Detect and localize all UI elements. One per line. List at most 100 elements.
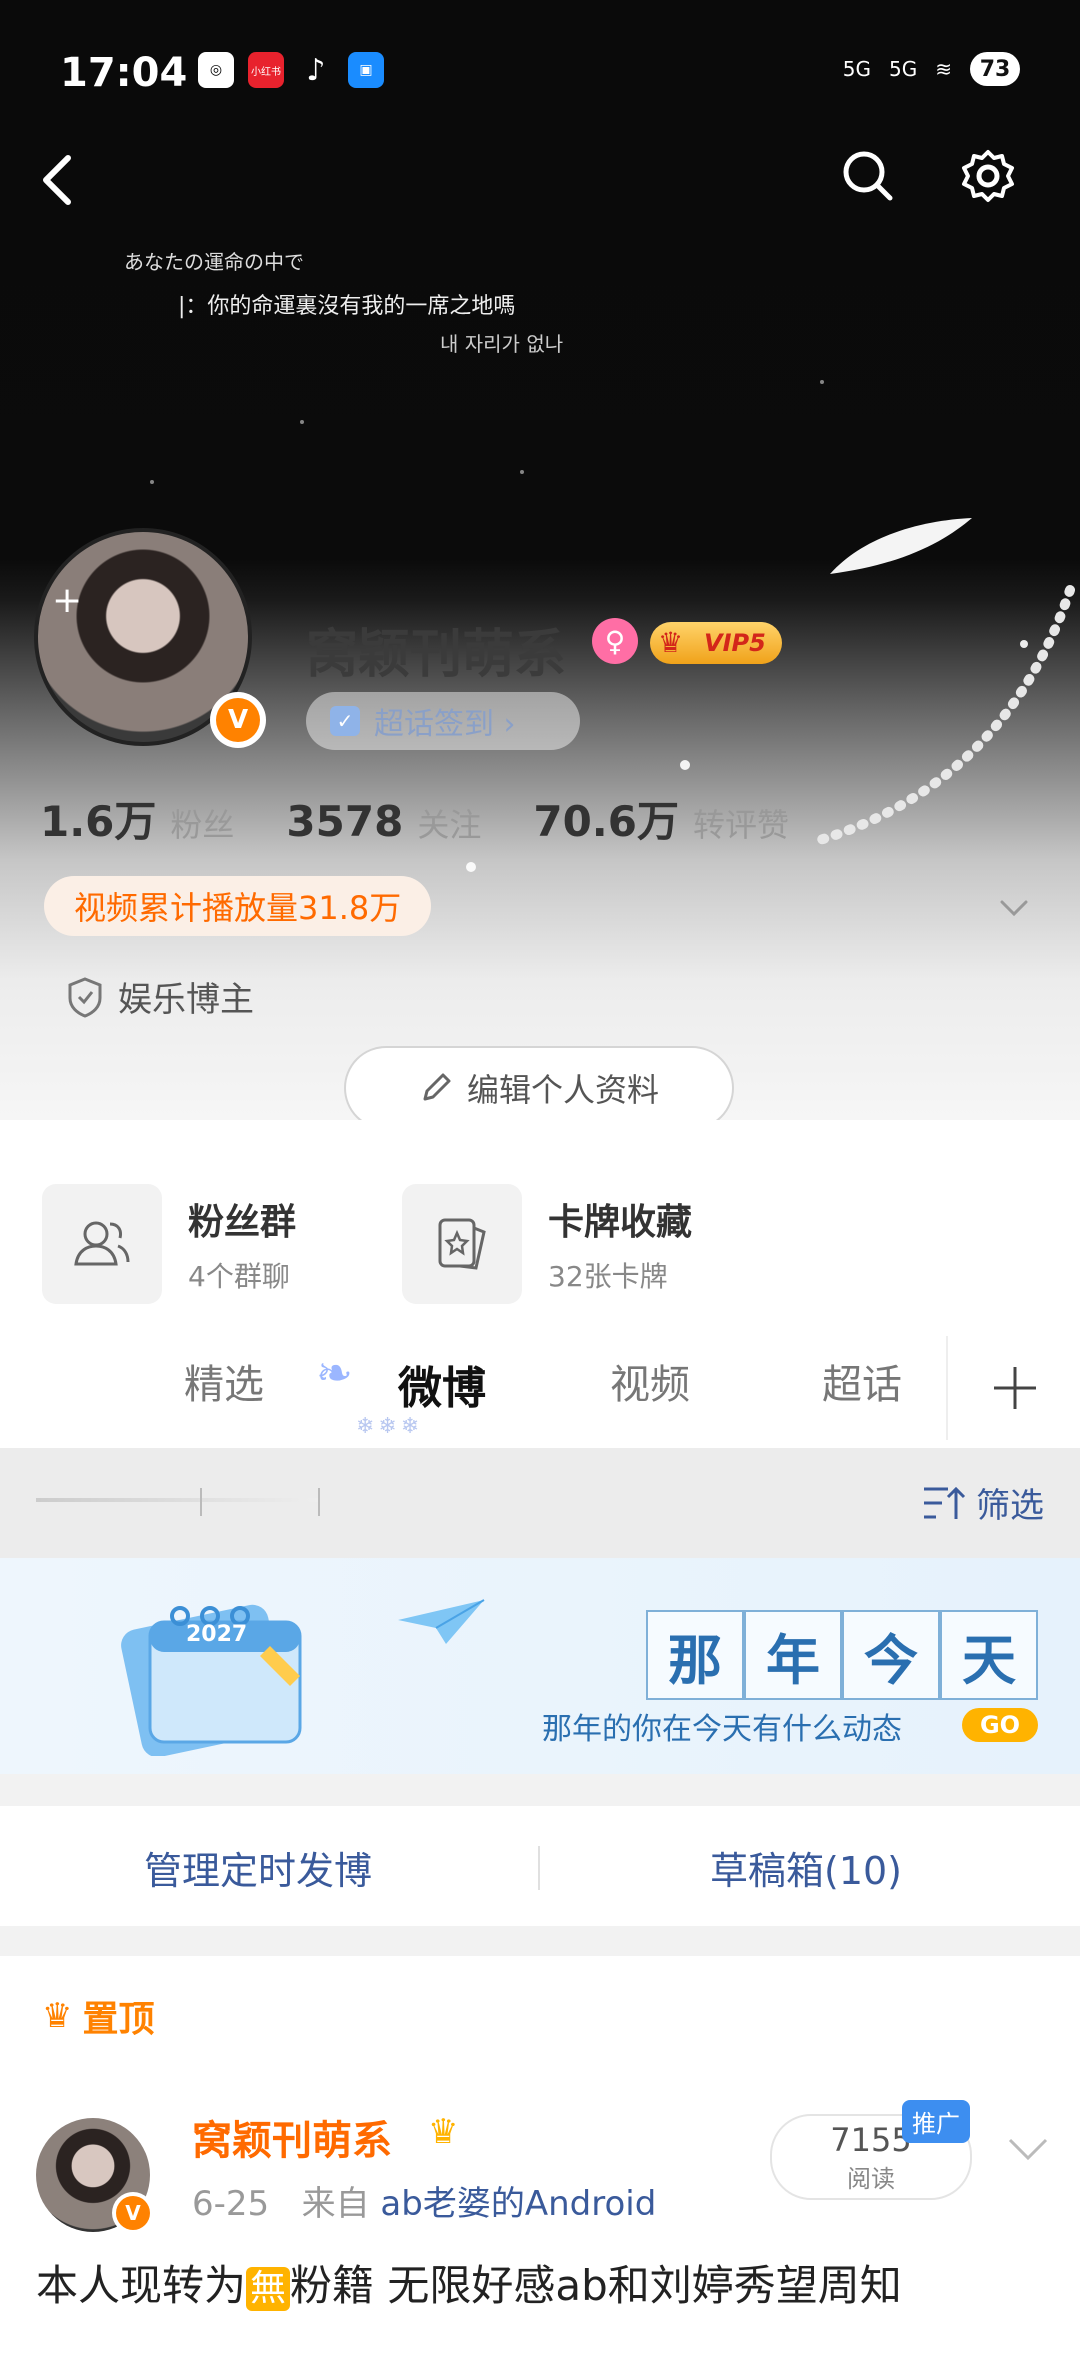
go-button[interactable]: GO — [962, 1708, 1038, 1742]
stat-num: 70.6万 — [533, 797, 679, 846]
calendar-year: 2027 — [186, 1622, 248, 1647]
search-icon[interactable] — [838, 146, 898, 206]
promote-badge[interactable]: 推广 — [902, 2100, 970, 2143]
profile-tabs: 精选 ❧ 微博 ❄❄❄ 视频 超话 — [0, 1330, 1080, 1448]
cover-text-korean: 내 자리가 없나 — [440, 332, 564, 356]
tiktok-icon: ♪ — [306, 52, 326, 88]
paper-plane-icon — [398, 1599, 485, 1644]
back-icon[interactable] — [34, 150, 84, 210]
wu-badge: 無 — [246, 2267, 291, 2311]
quick-entry-title: 粉丝群 — [188, 1202, 297, 1243]
calendar-icon — [121, 1604, 302, 1756]
scheduled-posts-button[interactable]: 管理定时发博 — [144, 1840, 372, 1895]
stat-label: 转评赞 — [692, 806, 789, 844]
stat-following[interactable]: 3578 关注 — [286, 797, 481, 846]
edit-profile-button[interactable]: 编辑个人资料 — [344, 1046, 734, 1130]
profile-stats: 1.6万 粉丝 3578 关注 70.6万 转评赞 — [40, 788, 789, 849]
filter-button[interactable]: 筛选 — [922, 1478, 1044, 1527]
post-author[interactable]: 窝颖刊萌系 — [192, 2108, 392, 2166]
stat-label: 粉丝 — [170, 806, 235, 844]
signal-5g-1: 5G — [842, 57, 871, 81]
battery-icon: 73 — [970, 52, 1020, 86]
stat-num: 3578 — [286, 797, 404, 846]
crown-badge-icon: ♛ — [428, 2112, 459, 2152]
status-time: 17:04 — [60, 50, 188, 96]
drafts-button[interactable]: 草稿箱(10) — [710, 1840, 902, 1895]
title-char: 那 — [646, 1610, 744, 1700]
tab-weibo[interactable]: 微博 — [398, 1352, 486, 1416]
vip-badge[interactable]: ♛ VIP5 — [650, 622, 782, 664]
stat-label: 关注 — [417, 806, 482, 844]
banner-subtitle: 那年的你在今天有什么动态 — [542, 1712, 902, 1747]
profile-name: 窝颖刊萌系 — [306, 625, 567, 685]
filter-icon — [924, 1486, 966, 1519]
tab-video[interactable]: 视频 — [610, 1352, 690, 1410]
filter-bar: 筛选 — [0, 1448, 1080, 1558]
stat-num: 1.6万 — [40, 797, 157, 846]
tab-supertopic[interactable]: 超话 — [822, 1352, 902, 1410]
stat-interactions[interactable]: 70.6万 转评赞 — [533, 788, 789, 849]
app-notify-icon: ◎ — [198, 52, 234, 88]
manage-bar: 管理定时发博 草稿箱(10) — [0, 1806, 1080, 1926]
tab-featured[interactable]: 精选 — [184, 1352, 264, 1410]
title-char: 今 — [842, 1610, 940, 1700]
snowflake-decoration: ❄❄❄ — [356, 1414, 424, 1439]
chevron-down-icon[interactable] — [996, 890, 1032, 926]
chevron-down-icon[interactable] — [1006, 2134, 1050, 2164]
quick-entry-sub: 32张卡牌 — [548, 1260, 668, 1293]
edit-profile-label: 编辑个人资料 — [466, 1071, 659, 1109]
filter-placeholder — [36, 1498, 320, 1502]
cover-text-chinese: |：你的命運裏沒有我的一席之地嗎 — [178, 294, 516, 319]
quick-entry-title: 卡牌收藏 — [548, 1202, 693, 1243]
gear-icon[interactable] — [958, 146, 1018, 206]
verified-v-icon: V — [112, 2192, 154, 2234]
post-text: 本人现转为 無粉籍 无限好感ab和刘婷秀望周知 — [36, 2256, 1046, 2316]
bead-decoration — [815, 585, 1075, 845]
card-collection-entry[interactable]: 卡牌收藏 32张卡牌 — [402, 1184, 692, 1304]
signal-5g-2: 5G — [889, 57, 918, 81]
video-plays-pill[interactable]: 视频累计播放量31.8万 — [44, 876, 432, 936]
read-count-number: 7155 — [830, 2120, 912, 2159]
cover-text-japanese: あなたの運命の中で — [124, 250, 304, 274]
status-app-icons: ◎ 小红书 ♪ ▣ — [198, 52, 384, 88]
blogger-tag-label: 娱乐博主 — [118, 980, 254, 1020]
add-tab-button[interactable] — [946, 1336, 1080, 1440]
post-date: 6-25 — [192, 2184, 270, 2224]
filter-label: 筛选 — [976, 1486, 1044, 1526]
check-icon: ✓ — [330, 706, 360, 736]
quick-entry-sub: 4个群聊 — [188, 1260, 290, 1293]
supertopic-checkin-button[interactable]: ✓ 超话签到 › — [306, 692, 580, 750]
post-text-start: 本人现转为 — [36, 2261, 247, 2310]
title-char: 天 — [940, 1610, 1038, 1700]
vip-label: VIP5 — [704, 629, 766, 657]
pencil-icon — [423, 1073, 451, 1101]
wifi-icon: ≋ — [935, 57, 952, 81]
card-icon — [402, 1184, 522, 1304]
blogger-tag: 娱乐博主 — [66, 972, 254, 1021]
crown-icon: ♛ — [42, 1996, 73, 2036]
pinned-header: ♛ 置顶 — [42, 1990, 155, 2042]
shield-icon — [68, 976, 102, 1018]
checkin-label: 超话签到 › — [374, 707, 516, 742]
female-icon: ♀ — [592, 618, 638, 664]
wing-icon: ❧ — [316, 1348, 353, 1399]
fan-group-entry[interactable]: 粉丝群 4个群聊 — [42, 1184, 296, 1304]
divider — [538, 1846, 540, 1890]
post-meta: 6-25 来自 ab老婆的Android — [192, 2176, 656, 2225]
post-from: 来自 — [301, 2184, 370, 2224]
plus-icon — [994, 1367, 1036, 1409]
crown-icon: ♛ — [658, 626, 684, 659]
read-count-label: 阅读 — [847, 2164, 895, 2193]
pinned-post: ♛ 置顶 V 窝颖刊萌系 ♛ 6-25 来自 ab老婆的Android 7155… — [0, 1956, 1080, 2358]
post-text-end: 粉籍 无限好感ab和刘婷秀望周知 — [290, 2261, 902, 2310]
title-char: 年 — [744, 1610, 842, 1700]
on-this-day-banner[interactable]: 2027 那 年 今 天 那年的你在今天有什么动态 GO — [0, 1558, 1080, 1774]
avatar-sparkle-icon: + — [52, 580, 83, 621]
stat-fans[interactable]: 1.6万 粉丝 — [40, 788, 234, 849]
xiaohongshu-icon: 小红书 — [248, 52, 284, 88]
post-source[interactable]: ab老婆的Android — [380, 2184, 656, 2224]
pinned-label: 置顶 — [82, 1999, 155, 2040]
chat-app-icon: ▣ — [348, 52, 384, 88]
verified-v-icon: V — [210, 692, 266, 748]
people-icon — [42, 1184, 162, 1304]
